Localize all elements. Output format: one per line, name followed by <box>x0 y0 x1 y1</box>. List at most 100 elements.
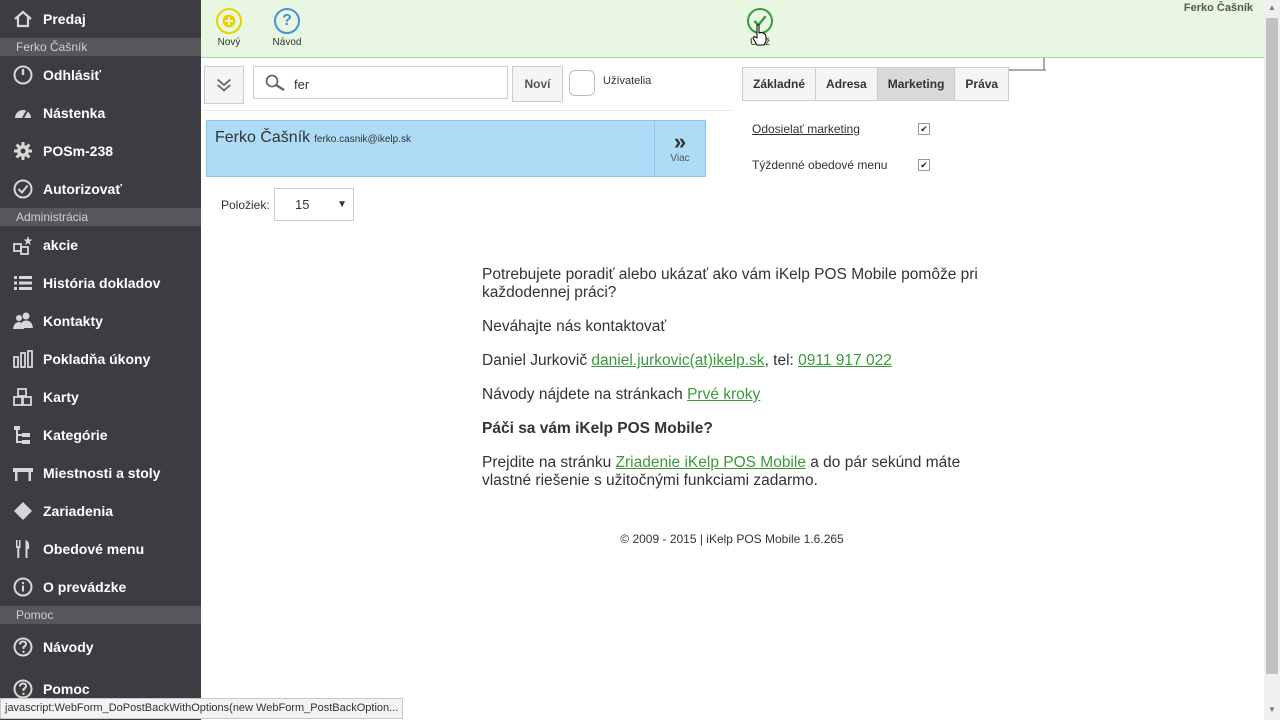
tab-address[interactable]: Adresa <box>816 67 878 101</box>
promo-text: Prejdite na stránku <box>482 454 616 471</box>
weekly-menu-checkbox[interactable]: ✔ <box>918 159 930 171</box>
double-chevron-right-icon: » <box>673 129 687 154</box>
table-icon <box>12 462 34 484</box>
sidebar-item-label: Pomoc <box>43 681 90 697</box>
contact-phone-link[interactable]: 0911 917 022 <box>798 352 892 369</box>
detail-tabs: Základné Adresa Marketing Práva <box>742 67 1010 101</box>
more-button-label: Viac <box>670 153 690 164</box>
sidebar-item-dashboard[interactable]: Nástenka <box>0 94 201 132</box>
sidebar-item-label: POSm-238 <box>43 143 114 159</box>
sidebar-item-about[interactable]: O prevádzke <box>0 568 201 606</box>
sidebar: Predaj Ferko Čašník Odhlásiť Nástenka PO… <box>0 0 201 720</box>
dropdown-arrow-icon: ▼ <box>337 199 347 210</box>
scroll-down-arrow-icon[interactable]: ▼ <box>1264 702 1280 718</box>
sidebar-item-label: Kontakty <box>43 313 103 329</box>
top-toolbar: Nový ? Návod Ulož Ferko Čašník <box>201 0 1264 58</box>
first-steps-link[interactable]: Prvé kroky <box>687 386 760 403</box>
question-icon <box>12 678 34 700</box>
list-icon <box>12 272 34 294</box>
question-icon: ? <box>274 8 300 34</box>
sidebar-item-posm[interactable]: POSm-238 <box>0 132 201 170</box>
per-page-select[interactable]: 15 ▼ <box>274 188 354 221</box>
boxes-icon <box>12 386 34 408</box>
scroll-up-arrow-icon[interactable]: ▲ <box>1264 0 1280 16</box>
page-scrollbar[interactable]: ▲ ▼ <box>1264 0 1280 720</box>
sidebar-item-label: Odhlásiť <box>43 67 102 83</box>
sidebar-item-label: Kategórie <box>43 427 108 443</box>
users-checkbox[interactable] <box>569 70 595 96</box>
info-section: Potrebujete poradiť alebo ukázať ako vám… <box>482 266 1002 506</box>
weekly-menu-label: Týždenné obedové menu <box>752 158 888 172</box>
sidebar-item-label: Nástenka <box>43 105 106 121</box>
sidebar-item-label: O prevádzke <box>43 579 127 595</box>
home-icon <box>12 8 34 30</box>
sidebar-item-label: akcie <box>43 237 79 253</box>
guide-button[interactable]: ? Návod <box>257 8 317 48</box>
contact-name: Ferko Čašník ferko.casnik@ikelp.sk <box>215 129 411 147</box>
sidebar-section-user: Ferko Čašník <box>0 38 201 56</box>
per-page-value: 15 <box>295 197 310 212</box>
scrollbar-thumb[interactable] <box>1266 18 1278 674</box>
contact-paragraph: Daniel Jurkovič daniel.jurkovic(at)ikelp… <box>482 352 1002 370</box>
hand-cursor-icon <box>752 24 768 51</box>
info-paragraph: Neváhajte nás kontaktovať <box>482 318 667 335</box>
sidebar-item-label: Návody <box>43 639 94 655</box>
current-user-name: Ferko Čašník <box>1183 2 1253 14</box>
sidebar-item-label: Predaj <box>43 11 86 27</box>
shapes-star-icon <box>12 234 34 256</box>
panel-border <box>1043 58 1045 71</box>
new-contacts-button[interactable]: Noví <box>512 66 563 102</box>
promo-heading: Páči sa vám iKelp POS Mobile? <box>482 420 713 437</box>
sidebar-item-rooms-tables[interactable]: Miestnosti a stoly <box>0 454 201 492</box>
sidebar-item-history[interactable]: História dokladov <box>0 264 201 302</box>
gear-icon <box>12 140 34 162</box>
guides-text: Návody nájdete na stránkach <box>482 386 688 403</box>
tab-basic[interactable]: Základné <box>742 67 817 101</box>
double-chevron-down-icon <box>217 78 231 92</box>
plus-icon <box>216 8 242 34</box>
setup-link[interactable]: Zriadenie iKelp POS Mobile <box>616 454 806 471</box>
collapse-filters-button[interactable] <box>204 66 244 104</box>
sidebar-item-label: Zariadenia <box>43 503 114 519</box>
sidebar-item-categories[interactable]: Kategórie <box>0 416 201 454</box>
new-button-label: Nový <box>217 37 241 48</box>
search-input[interactable] <box>294 74 499 94</box>
sidebar-item-akcie[interactable]: akcie <box>0 226 201 264</box>
more-button[interactable]: » Viac <box>654 121 705 176</box>
tree-icon <box>12 424 34 446</box>
power-icon <box>12 64 34 86</box>
sidebar-item-cards[interactable]: Karty <box>0 378 201 416</box>
guide-button-label: Návod <box>272 37 302 48</box>
sidebar-item-devices[interactable]: Zariadenia <box>0 492 201 530</box>
sidebar-item-authorize[interactable]: Autorizovať <box>0 170 201 208</box>
sidebar-item-cash-actions[interactable]: Pokladňa úkony <box>0 340 201 378</box>
sidebar-section-help: Pomoc <box>0 606 201 624</box>
search-box <box>253 66 508 99</box>
new-button[interactable]: Nový <box>199 8 259 48</box>
sidebar-item-lunch-menu[interactable]: Obedové menu <box>0 530 201 568</box>
copyright: © 2009 - 2015 | iKelp POS Mobile 1.6.265 <box>620 532 844 546</box>
contact-email-link[interactable]: daniel.jurkovic(at)ikelp.sk <box>591 352 764 369</box>
divider <box>204 110 732 111</box>
contact-email: ferko.casnik@ikelp.sk <box>314 134 411 145</box>
sidebar-item-logout[interactable]: Odhlásiť <box>0 56 201 94</box>
sidebar-item-label: História dokladov <box>43 275 161 291</box>
sidebar-item-label: Miestnosti a stoly <box>43 465 161 481</box>
contact-result-card[interactable]: Ferko Čašník ferko.casnik@ikelp.sk » Viac <box>206 120 706 177</box>
per-page-label: Položiek: <box>221 198 270 212</box>
tab-marketing[interactable]: Marketing <box>877 67 956 101</box>
sidebar-item-predaj[interactable]: Predaj <box>0 0 201 38</box>
sidebar-item-label: Obedové menu <box>43 541 145 557</box>
users-checkbox-label: Užívatelia <box>603 75 652 87</box>
sidebar-item-label: Pokladňa úkony <box>43 351 151 367</box>
sidebar-section-admin: Administrácia <box>0 208 201 226</box>
sidebar-item-contacts[interactable]: Kontakty <box>0 302 201 340</box>
sidebar-item-label: Autorizovať <box>43 181 123 197</box>
tab-rights[interactable]: Práva <box>955 67 1010 101</box>
diamond-icon <box>12 500 34 522</box>
check-circle-icon <box>12 178 34 200</box>
sidebar-item-guides[interactable]: Návody <box>0 624 201 670</box>
info-paragraph: Potrebujete poradiť alebo ukázať ako vám… <box>482 266 978 301</box>
tel-label: , tel: <box>764 352 799 369</box>
send-marketing-checkbox[interactable]: ✔ <box>918 123 930 135</box>
